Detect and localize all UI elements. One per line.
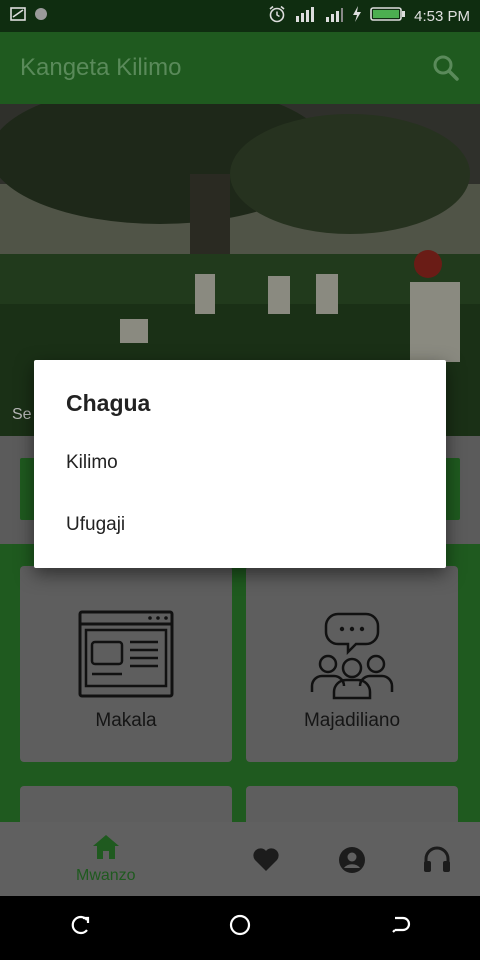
hero-caption: Se <box>12 406 32 423</box>
back-button[interactable] <box>380 914 420 942</box>
charging-icon <box>352 6 362 26</box>
alarm-icon <box>268 5 286 27</box>
card-partial-right[interactable] <box>246 786 458 826</box>
recent-apps-button[interactable] <box>60 914 100 942</box>
choose-dialog: Chagua Kilimo Ufugaji <box>34 360 446 568</box>
nav-item-favorites[interactable] <box>252 846 280 877</box>
bottom-navigation: Mwanzo <box>0 822 480 896</box>
group-chat-icon <box>304 610 400 705</box>
dialog-option-kilimo[interactable]: Kilimo <box>34 432 446 494</box>
dialog-title: Chagua <box>66 390 151 416</box>
notification-dot-icon <box>34 7 48 25</box>
computer-screen-icon <box>78 610 174 705</box>
card-label: Majadiliano <box>303 710 401 731</box>
card-makala[interactable]: Makala <box>20 566 232 762</box>
account-icon <box>338 846 366 879</box>
status-bar: 4:53 PM <box>0 0 480 32</box>
screenshot-notification-icon <box>10 7 26 25</box>
system-navigation-bar <box>0 896 480 960</box>
app-bar: Kangeta Kilimo <box>0 32 480 104</box>
nav-label-home: Mwanzo <box>76 867 136 884</box>
home-button[interactable] <box>220 914 260 942</box>
signal-4g-icon <box>294 6 316 26</box>
status-left-icons <box>10 7 48 25</box>
card-partial-left[interactable] <box>20 786 232 826</box>
search-icon[interactable] <box>432 54 460 82</box>
nav-item-profile[interactable] <box>338 846 366 879</box>
nav-item-home[interactable]: Mwanzo <box>76 834 136 885</box>
dialog-option-ufugaji[interactable]: Ufugaji <box>34 494 446 556</box>
headphones-icon <box>422 844 452 879</box>
battery-icon <box>370 6 406 26</box>
card-majadiliano[interactable]: Majadiliano <box>246 566 458 762</box>
status-right-icons: 4:53 PM <box>268 5 470 27</box>
signal-icon <box>324 6 344 26</box>
status-time: 4:53 PM <box>414 7 470 25</box>
card-label: Makala <box>95 710 157 731</box>
heart-icon <box>252 846 280 877</box>
nav-item-support[interactable] <box>422 844 452 879</box>
app-title: Kangeta Kilimo <box>20 54 182 81</box>
home-icon <box>92 834 120 865</box>
